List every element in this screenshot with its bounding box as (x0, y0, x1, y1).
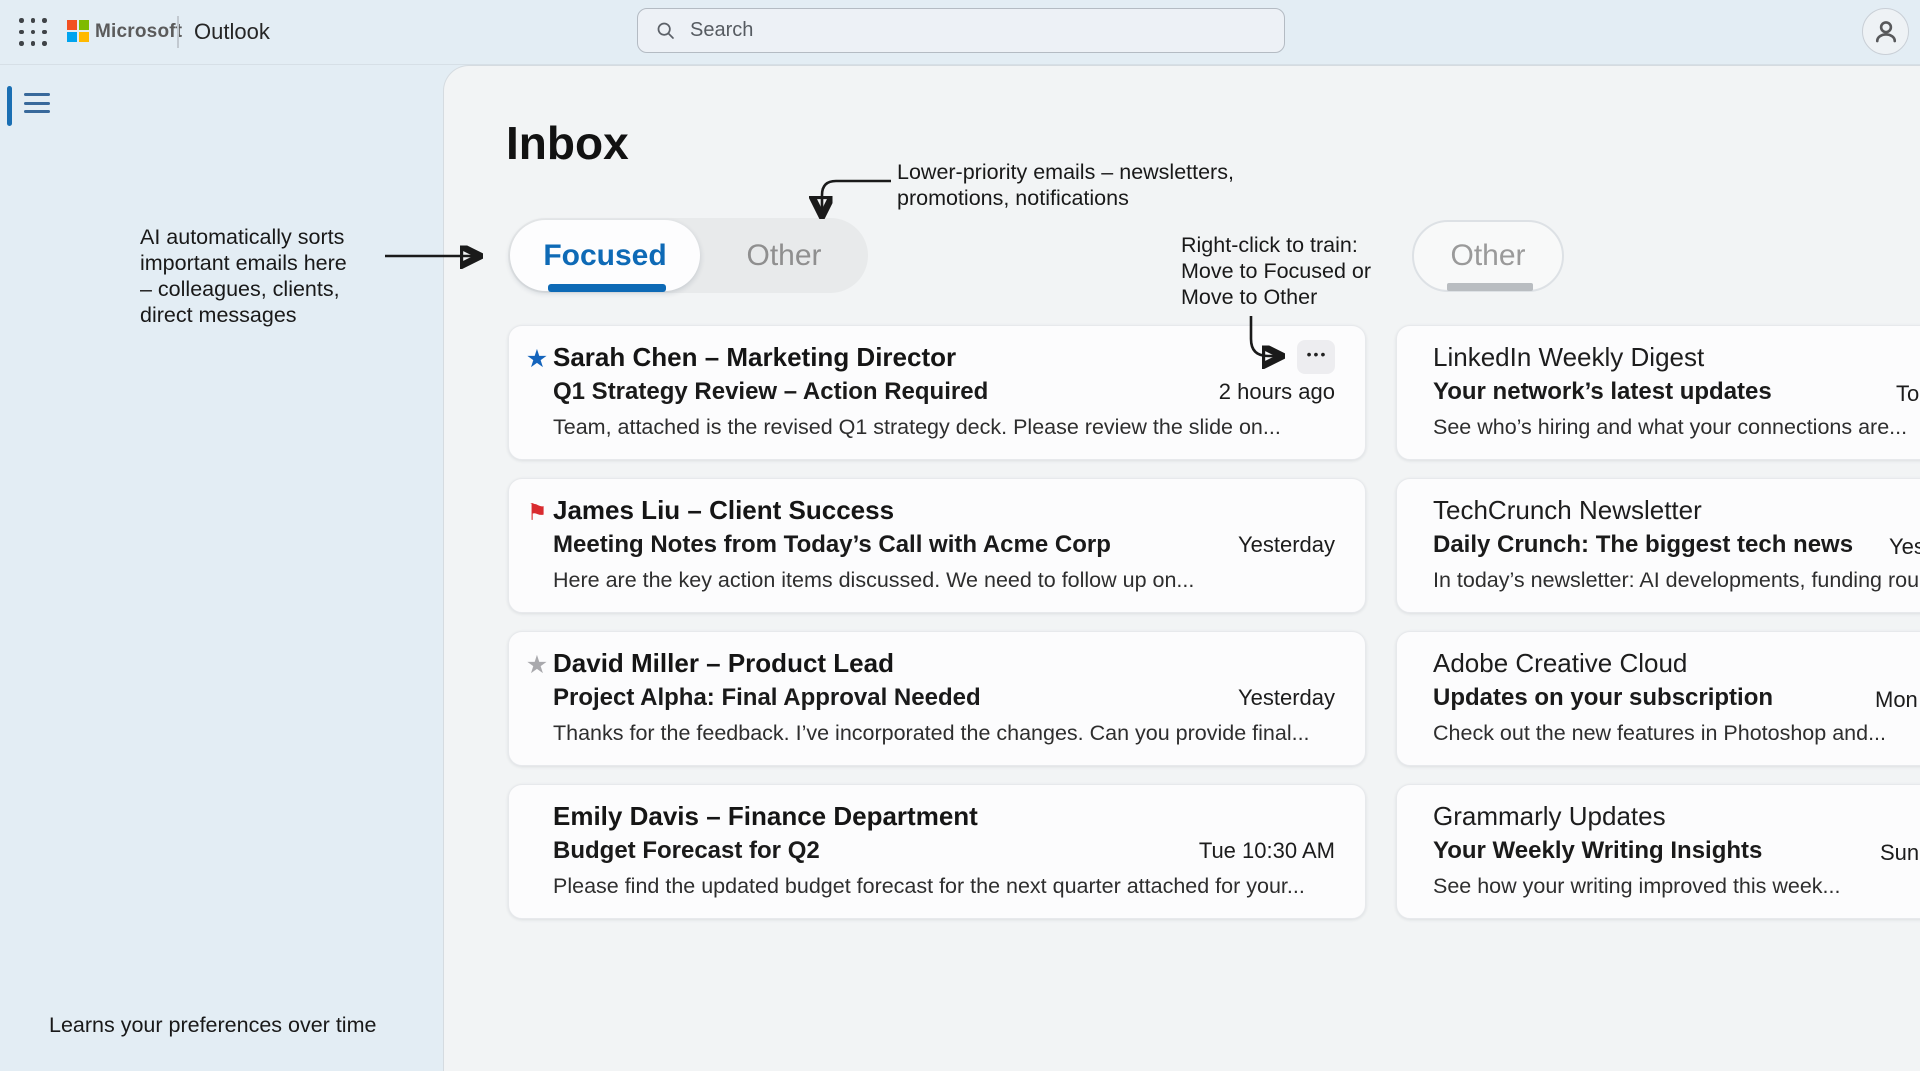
tab-focused-label: Focused (543, 239, 666, 273)
person-icon (1871, 17, 1901, 47)
email-card-other[interactable]: TechCrunch Newsletter Daily Crunch: The … (1396, 478, 1920, 613)
email-sender: Adobe Creative Cloud (1433, 647, 1920, 679)
email-preview: Here are the key action items discussed.… (553, 566, 1335, 594)
email-subject: Updates on your subscription (1433, 683, 1773, 713)
email-subject: Budget Forecast for Q2 (553, 836, 820, 866)
search-icon (655, 20, 677, 42)
annotation-line: direct messages (140, 302, 347, 328)
email-sender: Sarah Chen – Marketing Director (553, 341, 1335, 373)
email-card-other[interactable]: Adobe Creative Cloud Updates on your sub… (1396, 631, 1920, 766)
nav-selection-indicator (7, 86, 12, 126)
annotation-line: Right-click to train: (1181, 232, 1371, 258)
star-icon[interactable]: ★ (526, 651, 548, 679)
email-preview: In today’s newsletter: AI developments, … (1433, 566, 1920, 594)
email-subject: Meeting Notes from Today’s Call with Acm… (553, 530, 1111, 560)
tab-other[interactable]: Other (700, 218, 868, 293)
email-time: Tue 10:30 AM (1187, 836, 1335, 866)
email-preview: See how your writing improved this week.… (1433, 872, 1920, 900)
app-launcher-icon[interactable] (16, 15, 50, 49)
email-sender: David Miller – Product Lead (553, 647, 1335, 679)
email-card-other[interactable]: LinkedIn Weekly Digest Your network’s la… (1396, 325, 1920, 460)
annotation-line: Move to Other (1181, 284, 1371, 310)
email-time: Yesterday (1226, 683, 1335, 713)
more-options-button[interactable]: ••• (1297, 340, 1335, 374)
tab-focused[interactable]: Focused (510, 220, 700, 291)
email-time: Yesterday (1226, 530, 1335, 560)
tab-other-label: Other (746, 239, 821, 273)
email-card-focused[interactable]: Emily Davis – Finance Department Budget … (508, 784, 1366, 919)
other-column-label: Other (1450, 239, 1525, 273)
other-column-underline (1447, 283, 1533, 291)
page-title: Inbox (506, 116, 629, 170)
annotation-line: promotions, notifications (897, 185, 1234, 211)
annotation-ai-sorts: AI automatically sorts important emails … (140, 224, 347, 328)
email-time: Today (1896, 379, 1920, 409)
flag-icon[interactable]: ⚑ (527, 499, 548, 525)
email-preview: See who’s hiring and what your connectio… (1433, 413, 1920, 441)
tab-focused-active-bar (548, 284, 666, 292)
outlook-window: Microsoft Outlook Search AI automaticall… (0, 0, 1920, 1071)
top-bar: Microsoft Outlook Search (0, 0, 1920, 65)
email-sender: Emily Davis – Finance Department (553, 800, 1335, 832)
email-time: Sun (1880, 838, 1919, 868)
search-input[interactable]: Search (637, 8, 1285, 53)
microsoft-brand-label: Microsoft (95, 21, 182, 43)
annotation-learns-preferences: Learns your preferences over time (49, 1012, 376, 1038)
email-time: Yesterday (1889, 532, 1920, 562)
email-preview: Check out the new features in Photoshop … (1433, 719, 1920, 747)
email-card-focused[interactable]: ★ Sarah Chen – Marketing Director Q1 Str… (508, 325, 1366, 460)
app-name-label[interactable]: Outlook (194, 19, 270, 45)
email-card-other[interactable]: Grammarly Updates Your Weekly Writing In… (1396, 784, 1920, 919)
search-placeholder: Search (690, 19, 753, 42)
annotation-line: Lower-priority emails – newsletters, (897, 159, 1234, 185)
email-card-focused[interactable]: ★ David Miller – Product Lead Project Al… (508, 631, 1366, 766)
annotation-lower-priority: Lower-priority emails – newsletters, pro… (897, 159, 1234, 211)
email-sender: Grammarly Updates (1433, 800, 1920, 832)
email-sender: LinkedIn Weekly Digest (1433, 341, 1920, 373)
inbox-tabs: Focused Other (508, 218, 868, 293)
star-icon[interactable]: ★ (526, 345, 548, 373)
email-subject: Daily Crunch: The biggest tech news (1433, 530, 1853, 560)
email-time: 2 hours ago (1207, 377, 1335, 407)
email-subject: Your network’s latest updates (1433, 377, 1772, 407)
email-subject: Project Alpha: Final Approval Needed (553, 683, 981, 713)
email-sender: TechCrunch Newsletter (1433, 494, 1920, 526)
email-subject: Your Weekly Writing Insights (1433, 836, 1762, 866)
annotation-right-click-train: Right-click to train: Move to Focused or… (1181, 232, 1371, 310)
menu-icon[interactable] (24, 93, 50, 113)
email-time: Mon (1875, 685, 1918, 715)
email-preview: Please find the updated budget forecast … (553, 872, 1335, 900)
microsoft-logo-icon (67, 20, 89, 42)
email-subject: Q1 Strategy Review – Action Required (553, 377, 988, 407)
annotation-line: AI automatically sorts (140, 224, 347, 250)
annotation-line: important emails here (140, 250, 347, 276)
email-preview: Team, attached is the revised Q1 strateg… (553, 413, 1335, 441)
email-preview: Thanks for the feedback. I’ve incorporat… (553, 719, 1335, 747)
annotation-line: – colleagues, clients, (140, 276, 347, 302)
email-sender: James Liu – Client Success (553, 494, 1335, 526)
email-card-focused[interactable]: ⚑ James Liu – Client Success Meeting Not… (508, 478, 1366, 613)
topbar-divider (177, 16, 179, 48)
other-column-tab[interactable]: Other (1412, 220, 1564, 292)
account-button[interactable] (1862, 8, 1909, 55)
annotation-line: Move to Focused or (1181, 258, 1371, 284)
